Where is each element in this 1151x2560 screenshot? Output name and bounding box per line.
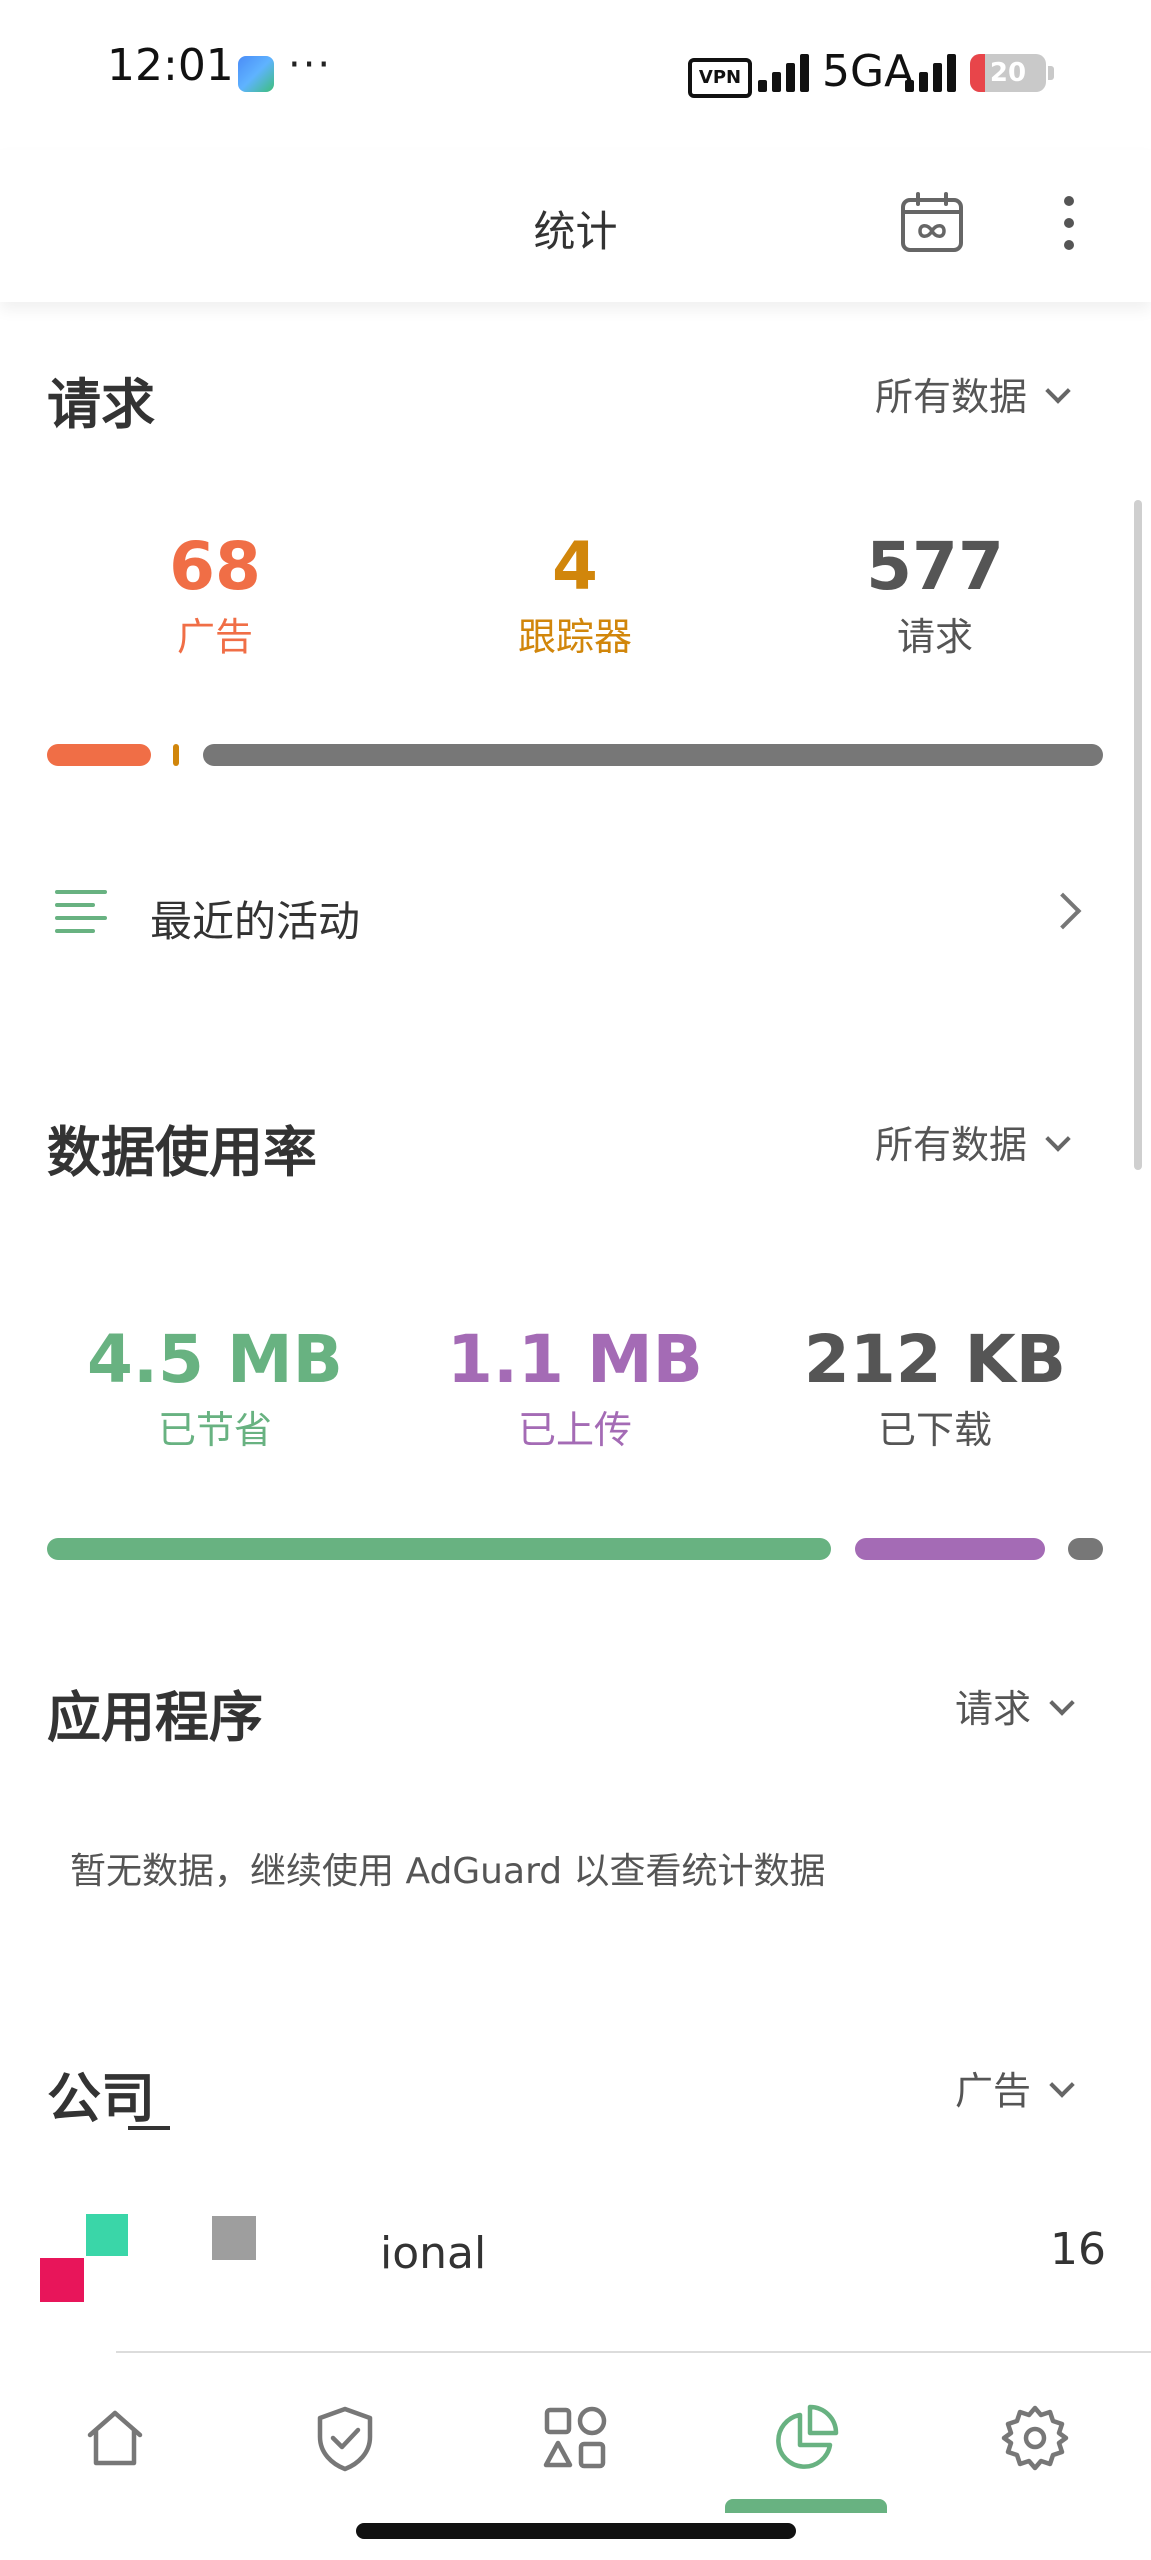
- applications-filter-label: 请求: [955, 1687, 1032, 1731]
- applications-section-title: 应用程序: [47, 1686, 263, 1749]
- ads-stat: 68 广告: [35, 527, 395, 667]
- requests-count: 577: [866, 528, 1004, 605]
- status-time: 12:01: [107, 40, 234, 91]
- companies-section-title: 公司: [47, 2067, 155, 2130]
- requests-proportion-bar: [203, 744, 1103, 766]
- home-indicator-bar[interactable]: [356, 2523, 796, 2539]
- signal-strength-icon: [905, 54, 957, 92]
- data-usage-section-title: 数据使用率: [47, 1121, 317, 1184]
- downloaded-value: 212 KB: [803, 1321, 1067, 1398]
- ads-count: 68: [169, 528, 261, 605]
- requests-label: 请求: [896, 615, 973, 659]
- trackers-stat: 4 跟踪器: [395, 527, 755, 667]
- activity-list-icon: [55, 890, 107, 934]
- gallery-app-icon: [238, 56, 274, 92]
- scrollbar[interactable]: [1134, 500, 1142, 1170]
- saved-value: 4.5 MB: [87, 1321, 343, 1398]
- downloaded-proportion-bar: [1068, 1538, 1103, 1560]
- recent-activity-label: 最近的活动: [150, 897, 361, 946]
- downloaded-label: 已下载: [877, 1408, 992, 1452]
- chevron-down-icon: [1049, 1690, 1075, 1716]
- chevron-down-icon: [1045, 1126, 1071, 1152]
- uploaded-stat: 1.1 MB 已上传: [395, 1320, 755, 1460]
- home-icon[interactable]: [80, 2403, 150, 2473]
- data-usage-filter-dropdown[interactable]: 所有数据: [875, 1114, 1071, 1169]
- applications-filter-dropdown[interactable]: 请求: [955, 1678, 1075, 1733]
- chevron-down-icon: [1045, 378, 1071, 404]
- trackers-proportion-bar: [173, 744, 179, 766]
- uploaded-value: 1.1 MB: [447, 1321, 703, 1398]
- battery-tip: [1048, 66, 1054, 80]
- requests-filter-dropdown[interactable]: 所有数据: [875, 366, 1071, 421]
- settings-icon[interactable]: [1000, 2403, 1070, 2473]
- company-list-item[interactable]: ional 16: [0, 2200, 1151, 2340]
- calendar-icon[interactable]: [900, 192, 964, 252]
- apps-icon[interactable]: [540, 2403, 610, 2473]
- chevron-down-icon: [1049, 2072, 1075, 2098]
- data-usage-filter-label: 所有数据: [875, 1123, 1028, 1167]
- uploaded-proportion-bar: [855, 1538, 1045, 1560]
- company-logo-icon: [40, 2214, 130, 2304]
- requests-filter-label: 所有数据: [875, 375, 1028, 419]
- signal-strength-icon: [758, 54, 810, 92]
- recent-activity-row[interactable]: 最近的活动: [0, 860, 1151, 980]
- network-type-label: 5GA: [822, 46, 915, 97]
- applications-empty-message: 暂无数据，继续使用 AdGuard 以查看统计数据: [70, 1851, 826, 1892]
- page-title: 统计: [533, 207, 618, 256]
- vpn-badge: VPN: [688, 58, 752, 98]
- active-tab-indicator: [725, 2499, 887, 2513]
- battery-icon: 20: [970, 54, 1046, 92]
- ads-proportion-bar: [47, 744, 151, 766]
- app-header: 统计: [0, 150, 1151, 302]
- saved-stat: 4.5 MB 已节省: [35, 1320, 395, 1460]
- downloaded-stat: 212 KB 已下载: [755, 1320, 1115, 1460]
- company-thumbnail: [212, 2216, 256, 2260]
- status-bar: 12:01 ··· VPN 5GA 20: [0, 0, 1151, 150]
- company-count: 16: [1050, 2224, 1106, 2275]
- chevron-right-icon: [1044, 892, 1082, 930]
- requests-stat: 577 请求: [755, 527, 1115, 667]
- uploaded-label: 已上传: [517, 1408, 632, 1452]
- saved-label: 已节省: [157, 1408, 272, 1452]
- companies-filter-label: 广告: [955, 2069, 1032, 2113]
- more-options-icon[interactable]: [1050, 194, 1090, 254]
- trackers-label: 跟踪器: [517, 615, 632, 659]
- saved-proportion-bar: [47, 1538, 831, 1560]
- requests-section-title: 请求: [47, 373, 155, 436]
- statistics-icon[interactable]: [770, 2403, 840, 2473]
- shield-icon[interactable]: [310, 2403, 380, 2473]
- more-notifications-icon: ···: [288, 42, 333, 88]
- ads-label: 广告: [176, 615, 253, 659]
- trackers-count: 4: [552, 528, 598, 605]
- title-underline: [128, 2126, 170, 2130]
- battery-percent: 20: [989, 58, 1027, 88]
- bottom-navigation: [0, 2353, 1151, 2560]
- companies-filter-dropdown[interactable]: 广告: [955, 2060, 1075, 2115]
- company-name: ional: [380, 2228, 487, 2279]
